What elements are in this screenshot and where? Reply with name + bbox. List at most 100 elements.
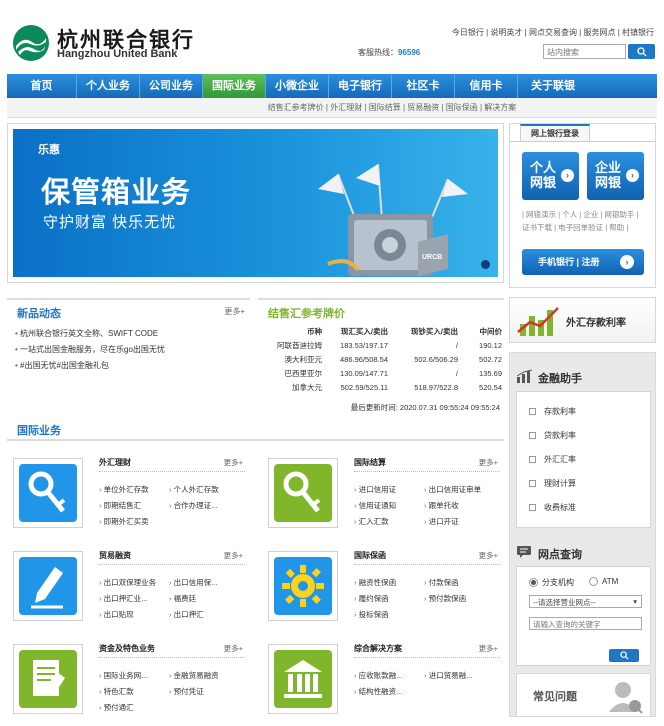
card-link[interactable]: 合作办理证... [169,500,218,511]
card-link[interactable]: 进口信用证 [354,484,397,495]
card-link[interactable]: 融资性保函 [354,577,397,588]
card-link[interactable]: 出口信用保... [169,577,218,588]
card-title[interactable]: 综合解决方案 [354,643,402,654]
card-link[interactable]: 出口押汇业... [99,593,148,604]
news-item[interactable]: #出国无忧#出国金融礼包 [15,360,109,371]
card-link[interactable]: 跟单托收 [424,500,459,511]
card-link[interactable]: 出口贴现 [99,609,134,620]
card-more-link[interactable]: 更多+ [224,550,243,561]
card-link[interactable]: 进口开证 [424,516,459,527]
card-link[interactable]: 结构性融资... [354,686,403,697]
card-title[interactable]: 国际结算 [354,457,386,468]
card-more-link[interactable]: 更多+ [224,643,243,654]
login-tab[interactable]: 网上银行登录 [520,124,590,142]
card-link[interactable]: 个人外汇存款 [169,484,219,495]
arrow-right-icon: › [626,169,639,182]
ebank-login-panel: 网上银行登录 个人网银 › 企业网银 › | 网银演示 | 个人 | 企业 | 网银… [509,123,656,288]
card-link[interactable]: 预付通汇 [99,702,134,713]
sub-nav[interactable]: 结售汇参考牌价 | 外汇理财 | 国际结算 | 贸易融资 | 国际保函 | 解决… [7,98,657,118]
card-more-link[interactable]: 更多+ [479,457,498,468]
card-title[interactable]: 外汇理财 [99,457,131,468]
card-link[interactable]: 预付凭证 [169,686,204,697]
bank-building-icon [274,650,332,708]
fin-item-fees[interactable]: 收费标准 [529,502,576,513]
banner[interactable]: 乐惠 保管箱业务 守护财富 快乐无忧 URCB [7,123,504,283]
bank-logo[interactable] [12,24,50,62]
fx-deposit-rate-link[interactable]: 外汇存款利率 [509,297,656,343]
branch-keyword-input[interactable]: 请输入查询的关键字 [529,617,642,630]
login-links[interactable]: | 网银演示 | 个人 | 企业 | 网银助手 | 证书下载 | 电子回单验证 … [522,208,647,234]
fin-item-label: 收费标准 [544,503,576,512]
bank-building-icon-frame[interactable] [268,644,338,714]
card-link[interactable]: 金融贸易融资 [169,670,219,681]
search-button[interactable] [628,44,655,59]
mobile-bank-button[interactable]: 手机银行 | 注册 › [522,249,644,275]
nav-item-ebank[interactable]: 电子银行 [329,74,392,98]
branch-select[interactable]: --请选择营业网点-- ▾ [529,595,642,608]
search-icon [619,651,629,660]
nav-item-corporate[interactable]: 公司业务 [140,74,203,98]
document-icon-frame[interactable] [13,644,83,714]
card-link[interactable]: 信用证通知 [354,500,397,511]
faq-link[interactable]: 常见问题 [516,673,651,717]
nav-item-about[interactable]: 关于联银 [518,74,588,98]
news-item[interactable]: 一站式出国金融服务，尽在乐go出国无忧 [15,344,165,355]
card-link[interactable]: 国际业务网... [99,670,148,681]
news-item[interactable]: 杭州联合银行英文全称、SWIFT CODE [15,328,158,339]
card-link[interactable]: 福费廷 [169,593,197,604]
fin-item-calculator[interactable]: 理财计算 [529,478,576,489]
card-link[interactable]: 汇入汇款 [354,516,389,527]
card-link[interactable]: 出口信用证审单 [424,484,482,495]
fx-rate-section: 结售汇参考牌价 币种 现汇买入/卖出 现钞买入/卖出 中间价 阿联酋迪拉姆 183… [258,298,504,413]
corporate-ebank-button[interactable]: 企业网银 › [587,152,644,200]
branch-search-button[interactable] [609,649,639,662]
card-link[interactable]: 单位外汇存款 [99,484,149,495]
card-link[interactable]: 付款保函 [424,577,459,588]
nav-item-community-card[interactable]: 社区卡 [392,74,455,98]
card-link[interactable]: 即期外汇买卖 [99,516,149,527]
radio-atm-label: ATM [602,577,619,586]
fin-item-deposit-rate[interactable]: 存款利率 [529,406,576,417]
divider [354,657,500,658]
main-nav: 首页 个人业务 公司业务 国际业务 小微企业 电子银行 社区卡 信用卡 关于联银 [7,74,657,98]
table-row: 巴西里亚尔 130.09/147.71 / 135.69 [258,366,504,380]
nav-item-home[interactable]: 首页 [7,74,77,98]
card-link[interactable]: 进口贸易融... [424,670,473,681]
card-link[interactable]: 履约保函 [354,593,389,604]
search-input[interactable]: 站内搜索 [543,44,626,59]
card-link[interactable]: 投标保函 [354,609,389,620]
gear-icon-frame[interactable] [268,551,338,621]
fx-cell: 502.6/506.29 [414,354,458,364]
branch-search-box: 分支机构 ATM --请选择营业网点-- ▾ 请输入查询的关键字 [516,566,651,666]
key-icon-frame[interactable] [268,458,338,528]
news-more-link[interactable]: 更多+ [224,306,245,317]
card-link[interactable]: 即期结售汇 [99,500,142,511]
nav-item-international[interactable]: 国际业务 [203,74,266,98]
key-icon-frame[interactable] [13,458,83,528]
card-more-link[interactable]: 更多+ [479,550,498,561]
carousel-dot[interactable] [481,260,490,269]
radio-atm[interactable]: ATM [589,577,618,586]
top-links[interactable]: 今日银行 | 说明英才 | 网点交易查询 | 服务网点 | 村镇银行 [452,27,654,38]
card-more-link[interactable]: 更多+ [479,643,498,654]
card-title[interactable]: 贸易融资 [99,550,131,561]
nav-item-credit-card[interactable]: 信用卡 [455,74,518,98]
card-link[interactable]: 出口押汇 [169,609,204,620]
chat-icon [517,546,531,558]
card-link[interactable]: 特色汇款 [99,686,134,697]
pen-icon-frame[interactable] [13,551,83,621]
fx-cell: 486.96/508.54 [340,354,388,364]
nav-item-personal[interactable]: 个人业务 [77,74,140,98]
fin-item-loan-rate[interactable]: 贷款利率 [529,430,576,441]
nav-item-smallbiz[interactable]: 小微企业 [266,74,329,98]
card-link[interactable]: 应收账款融... [354,670,403,681]
table-row: 澳大利亚元 486.96/508.54 502.6/506.29 502.72 [258,352,504,366]
card-more-link[interactable]: 更多+ [224,457,243,468]
card-link[interactable]: 出口双保理业务 [99,577,157,588]
card-link[interactable]: 预付款保函 [424,593,467,604]
fin-item-fx-rate[interactable]: 外汇汇率 [529,454,576,465]
personal-ebank-button[interactable]: 个人网银 › [522,152,579,200]
card-title[interactable]: 国际保函 [354,550,386,561]
card-title[interactable]: 资金及特色业务 [99,643,155,654]
radio-branch[interactable]: 分支机构 [529,577,574,588]
